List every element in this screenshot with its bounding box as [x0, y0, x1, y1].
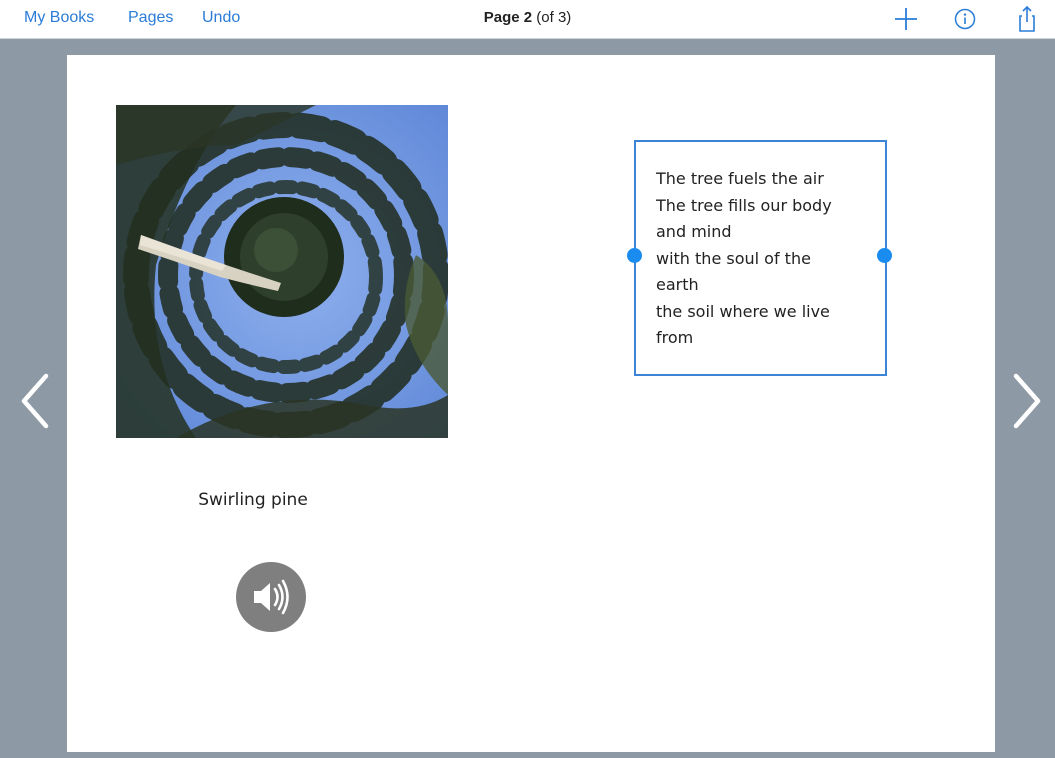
poem-line: earth [656, 275, 699, 294]
poem-line: The tree fills our body [656, 195, 832, 215]
swirling-pine-photo[interactable] [116, 105, 448, 438]
poem-text: The tree fuels the air The tree fills ou… [656, 166, 868, 352]
poem-line: The tree fuels the air [656, 169, 824, 188]
chevron-right-icon[interactable] [1010, 372, 1044, 430]
book-page: Swirling pine The tree fuels the air The… [67, 55, 995, 752]
pages-button[interactable]: Pages [128, 8, 173, 28]
share-icon[interactable] [1012, 4, 1042, 34]
poem-line: the soil where we live [656, 301, 830, 321]
poem-textbox[interactable]: The tree fuels the air The tree fills ou… [627, 140, 892, 376]
speaker-icon[interactable] [235, 561, 307, 633]
resize-handle-left[interactable] [627, 248, 642, 263]
poem-line: and mind [656, 222, 732, 241]
plus-icon[interactable] [891, 4, 921, 34]
poem-line: with the soul of the [656, 248, 811, 268]
page-count: (of 3) [536, 9, 572, 26]
top-toolbar: My Books Pages Undo Page 2 (of 3) [0, 0, 1055, 39]
page-number: Page 2 [483, 9, 533, 26]
poem-line: from [656, 328, 694, 347]
photo-caption[interactable]: Swirling pine [148, 490, 358, 510]
my-books-button[interactable]: My Books [24, 8, 94, 28]
info-icon[interactable] [950, 4, 980, 34]
chevron-left-icon[interactable] [18, 372, 52, 430]
undo-button[interactable]: Undo [202, 8, 240, 28]
resize-handle-right[interactable] [877, 248, 892, 263]
